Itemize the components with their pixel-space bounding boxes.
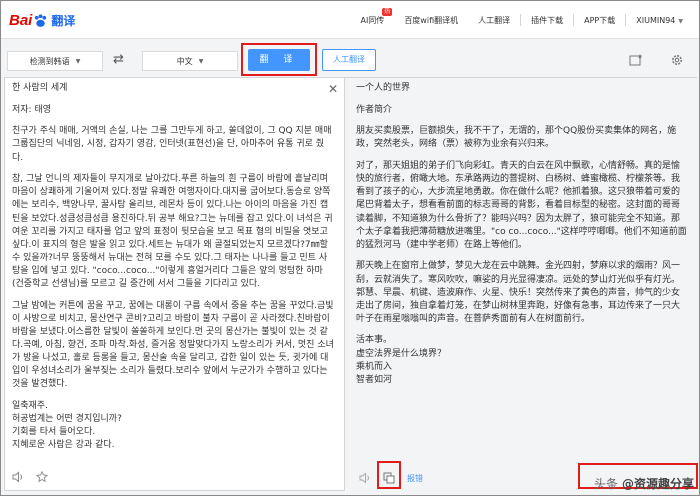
nav-user-menu[interactable]: XIUMIN94 ▼ (626, 16, 693, 25)
source-language-label: 检测到韩语 (29, 56, 70, 66)
speaker-icon[interactable] (11, 470, 25, 484)
favorites-icon[interactable] (627, 51, 645, 69)
watermark-account: @资源趣分享 (621, 476, 694, 491)
source-actions (11, 470, 49, 484)
watermark: 头条 @资源趣分享 (592, 473, 696, 493)
source-text-pane[interactable]: ✕ 한 사람의 세계 저자: 태영 친구가 주식 매매, 거액의 손실, 나는 … (4, 77, 345, 491)
chevron-down-icon: ▼ (678, 17, 683, 25)
source-paragraph: 친구가 주식 매매, 거액의 손실, 나는 그를 그만두게 하고, 쏠데없이, … (12, 126, 332, 163)
target-language-select[interactable]: 中文 ▼ (142, 51, 238, 71)
source-text[interactable]: 한 사람의 세계 저자: 태영 친구가 주식 매매, 거액의 손실, 나는 그를… (12, 82, 334, 461)
source-language-select[interactable]: 检测到韩语 ▼ (7, 51, 103, 71)
logo-fanyi: 翻译 (51, 13, 76, 28)
translation-paragraph: 一个人的世界 (356, 83, 411, 93)
translation-paragraph: 朋友买卖股票，巨额损失，我不干了，无谓的，那个QQ股份买卖集体的网名，施政，突然… (356, 126, 677, 150)
top-nav: Bai 翻译 AI同传热 百度wifi翻译机 人工翻译 插件下载 APP下载 X… (1, 1, 699, 39)
baidu-fanyi-logo[interactable]: Bai 翻译 (9, 10, 75, 30)
settings-icon[interactable] (668, 51, 686, 69)
human-translation-button[interactable]: 人工翻译 (322, 49, 376, 71)
speaker-icon[interactable] (358, 471, 372, 485)
swap-languages-icon[interactable]: ⇄ (113, 53, 129, 67)
copy-icon[interactable] (382, 471, 396, 485)
chevron-down-icon: ▼ (75, 57, 81, 65)
target-language-label: 中文 (176, 56, 193, 66)
nav-human-translation[interactable]: 人工翻译 (468, 15, 520, 26)
source-paragraph: 저자: 태영 (12, 104, 52, 115)
paw-icon (33, 13, 48, 28)
translation-paragraph: 活本事。 虚空法界是什么境界？ 乘机而入 智者如河 (356, 335, 447, 385)
nav-links: AI同传热 百度wifi翻译机 人工翻译 插件下载 APP下载 XIUMIN94… (350, 1, 693, 39)
nav-app-download[interactable]: APP下载 (574, 15, 625, 26)
translation-paragraph: 对了，那天姐姐的弟子们飞向彩虹。青天的白云在风中飘歌，心情舒畅。真的是愉快的旅行… (356, 161, 687, 250)
report-error-link[interactable]: 报错 (407, 473, 423, 484)
nav-wifi-translator[interactable]: 百度wifi翻译机 (394, 15, 468, 26)
star-icon[interactable] (35, 470, 49, 484)
translation-text[interactable]: 一个人的世界 作者简介 朋友买卖股票，巨额损失，我不干了，无谓的，那个QQ股份买… (356, 82, 688, 395)
watermark-prefix: 头条 (593, 476, 618, 491)
translation-paragraph: 那天晚上在窗帘上做梦，梦见大龙在云中跳舞。金光四射，梦麻以求的烟雨？风一刮，云就… (356, 261, 681, 324)
logo-bai: Bai (9, 11, 33, 29)
translation-paragraph: 作者简介 (356, 104, 393, 115)
source-paragraph: 참, 그날 언니의 제자들이 무지개로 날아갔다.푸른 하늘의 흰 구름이 바람… (12, 174, 333, 289)
toolbar: 检测到韩语 ▼ ⇄ 中文 ▼ 翻 译 人工翻译 (1, 40, 699, 78)
nav-ai-interpret[interactable]: AI同传热 (350, 7, 394, 26)
source-paragraph: 그날 밤에는 커튼에 꿈을 꾸고, 꿈에는 대롱이 구름 속에서 중을 추는 꿈… (12, 300, 334, 390)
translation-pane: 一个人的世界 作者简介 朋友买卖股票，巨额损失，我不干了，无谓的，那个QQ股份买… (345, 77, 697, 491)
nav-plugin-download[interactable]: 插件下载 (521, 15, 573, 26)
source-paragraph: 일축재주. 허공법계는 어떤 경지입니까? 기회를 타서 들어오다. 지혜로운 … (12, 400, 122, 451)
source-paragraph: 한 사람의 세계 (12, 83, 68, 93)
translate-button[interactable]: 翻 译 (248, 49, 310, 71)
username: XIUMIN94 (636, 15, 676, 25)
chevron-down-icon: ▼ (198, 57, 204, 65)
hot-badge: 热 (382, 7, 393, 16)
